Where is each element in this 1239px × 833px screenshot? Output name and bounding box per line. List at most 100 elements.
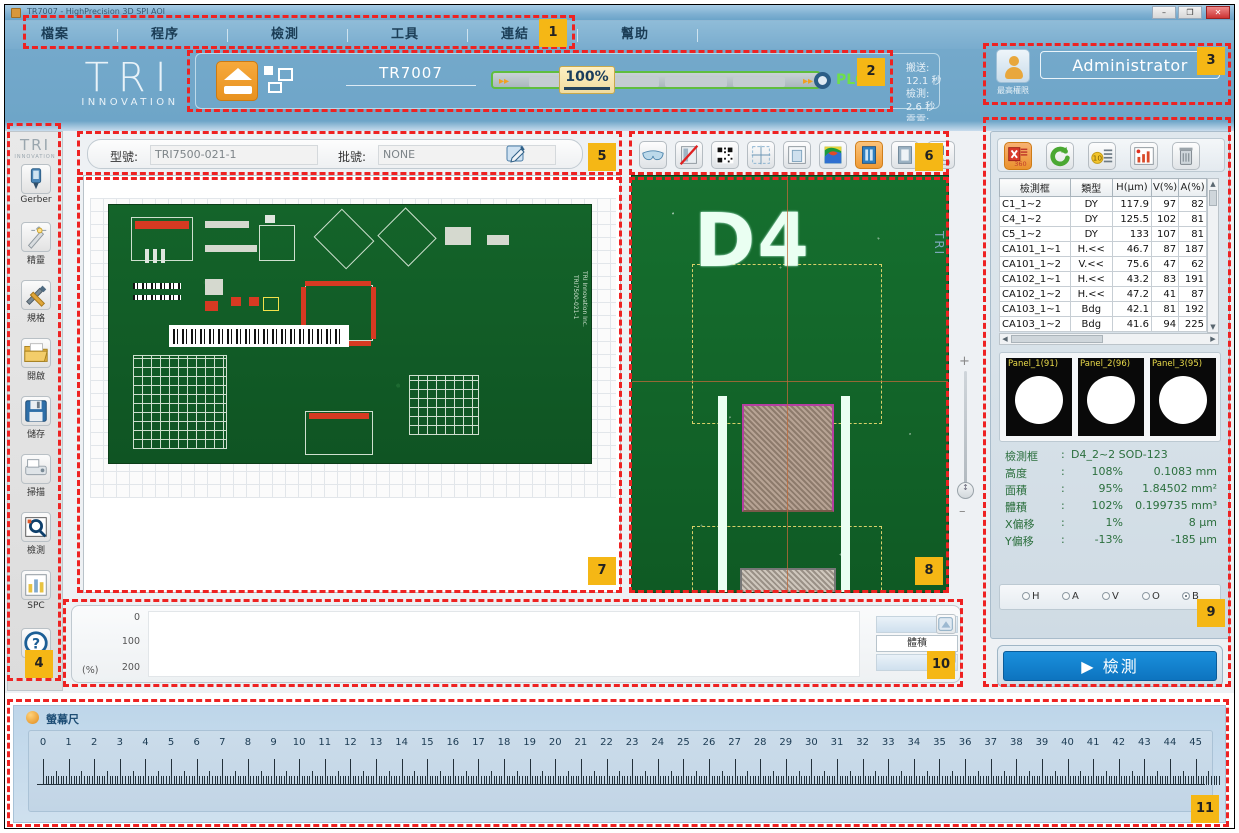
table-horizontal-scrollbar[interactable]: ◀ ▶: [999, 333, 1219, 345]
ruler-surface[interactable]: 0 1 2 3 4 5 6 7 8 9 10 11 12 13 14 15 16 17 18 19 20 21 22 23 24…: [28, 730, 1220, 812]
ruler-tick: [286, 771, 288, 785]
ruler-tick-label: 39: [1035, 737, 1049, 748]
magnified-inspection-view[interactable]: D4 TRI: [631, 175, 949, 593]
panel-thumb[interactable]: Panel_1(91): [1006, 358, 1072, 436]
avatar[interactable]: [996, 49, 1030, 83]
ruler-tick: [657, 759, 659, 785]
menu-item-help[interactable]: 幫助: [603, 24, 667, 46]
ruler-tick: [1134, 776, 1136, 785]
radio-a[interactable]: A: [1062, 591, 1079, 602]
minimize-button[interactable]: –: [1152, 6, 1176, 19]
menu-item-inspect[interactable]: 檢測: [253, 24, 317, 46]
measure-yoffset-label: Y偏移: [1005, 535, 1034, 548]
rail-item-spc[interactable]: SPC: [8, 568, 64, 624]
model-input[interactable]: TRI7500-021-1: [150, 145, 318, 165]
no-image-slash-icon[interactable]: [675, 141, 703, 169]
ruler-tick: [862, 759, 864, 785]
zoom-knob[interactable]: ↕: [957, 482, 974, 499]
ruler-tick: [1121, 776, 1123, 785]
ruler-tick: [173, 776, 175, 785]
zoom-track[interactable]: [964, 371, 967, 499]
radio-h[interactable]: H: [1022, 591, 1040, 602]
ruler-tick: [760, 759, 762, 785]
scroll-down-icon[interactable]: ▼: [1209, 323, 1217, 331]
radio-o[interactable]: O: [1142, 591, 1160, 602]
ruler-tick: [619, 771, 621, 785]
ruler-tick: [219, 776, 221, 785]
ruler-tick: [667, 776, 669, 785]
rail-item-scan[interactable]: 掃描: [8, 452, 64, 508]
ruler-tick: [53, 776, 55, 785]
panel-thumb[interactable]: Panel_2(96): [1078, 358, 1144, 436]
ruler-tick: [434, 776, 436, 785]
defect-360-icon[interactable]: 360: [1004, 142, 1032, 170]
rail-item-gerber[interactable]: Gerber: [8, 162, 64, 218]
menu-item-file[interactable]: 檔案: [23, 24, 87, 46]
menu-item-tools[interactable]: 工具: [373, 24, 437, 46]
scroll-up-icon[interactable]: ▲: [1209, 180, 1217, 188]
chart-settings-icon[interactable]: [936, 614, 956, 634]
menu-item-link[interactable]: 連結: [483, 24, 547, 46]
heightmap-color-icon[interactable]: [819, 141, 847, 169]
maximize-button[interactable]: ❐: [1178, 6, 1202, 19]
display-mode-radio-group: H A V O B: [999, 584, 1221, 610]
ruler-tick: [450, 776, 452, 785]
bar-chart-icon[interactable]: [1130, 142, 1158, 170]
ruler-tick: [929, 776, 931, 785]
account-name[interactable]: Administrator: [1040, 51, 1220, 79]
ruler-tick: [189, 776, 190, 785]
loader-icon[interactable]: [216, 61, 258, 101]
ruler-tick: [839, 776, 841, 785]
hscroll-thumb[interactable]: [1011, 335, 1103, 343]
ruler-tick: [314, 776, 316, 785]
spec-tools-icon: [21, 280, 51, 310]
metric-option-selected[interactable]: 體積: [876, 635, 958, 652]
edit-pencil-icon[interactable]: [505, 143, 527, 165]
rail-item-spec[interactable]: 規格: [8, 278, 64, 334]
book-blue-icon[interactable]: [855, 141, 883, 169]
board-chip-icon[interactable]: [264, 66, 294, 94]
rail-item-open[interactable]: 開啟: [8, 336, 64, 392]
measure-height-value: 0.1083 mm: [1153, 465, 1217, 478]
crosshair-align-icon[interactable]: [747, 141, 775, 169]
measure-xoffset-value: 8 µm: [1188, 516, 1217, 529]
zoom-out-button[interactable]: –: [959, 505, 966, 518]
ruler-tick: [965, 759, 967, 785]
radio-v[interactable]: V: [1102, 591, 1119, 602]
rail-item-save[interactable]: 儲存: [8, 394, 64, 450]
ruler-tick: [135, 776, 137, 785]
qrcode-icon[interactable]: [711, 141, 739, 169]
ruler-tick: [114, 776, 116, 785]
report-list-icon[interactable]: 10: [1088, 142, 1116, 170]
start-inspection-button[interactable]: ▶ 檢測: [997, 645, 1223, 687]
zoom-slider[interactable]: + ↕ –: [955, 355, 975, 518]
panel-frame-icon[interactable]: [783, 141, 811, 169]
rail-label-spec: 規格: [26, 314, 45, 324]
ruler-tick-label: 35: [933, 737, 946, 748]
ruler-tick: [680, 776, 682, 785]
chart-plot-area[interactable]: [148, 611, 860, 677]
trash-icon[interactable]: [1172, 142, 1200, 170]
scroll-right-icon[interactable]: ▶: [1209, 335, 1217, 343]
panel-thumb[interactable]: Panel_3(95): [1150, 358, 1216, 436]
col-type: 類型: [1069, 178, 1113, 197]
view-toolbar: [639, 141, 955, 169]
rail-item-wizard[interactable]: 精靈: [8, 220, 64, 276]
ruler-tick: [998, 776, 1000, 785]
table-vertical-scrollbar[interactable]: ▲ ▼: [1207, 178, 1219, 333]
mask-glasses-icon[interactable]: [639, 141, 667, 169]
rail-item-inspect[interactable]: 檢測: [8, 510, 64, 566]
board-overview-panel[interactable]: TRI7500-021-1 TRI Innovation Inc.: [83, 175, 621, 593]
scroll-left-icon[interactable]: ◀: [1001, 335, 1009, 343]
ruler-tick: [258, 776, 260, 785]
defect-table[interactable]: 檢測框 類型 H(µm) V(%) A(%) C1_1~2 DY 117.9 97 82…: [999, 178, 1207, 332]
ruler-tick: [678, 776, 680, 785]
vscroll-thumb[interactable]: [1209, 190, 1217, 206]
zoom-in-button[interactable]: +: [959, 355, 970, 368]
close-button[interactable]: ✕: [1206, 6, 1230, 19]
menu-item-program[interactable]: 程序: [133, 24, 197, 46]
batch-input[interactable]: NONE: [378, 145, 556, 165]
panel-caption: Panel_1(91): [1008, 359, 1059, 369]
ruler-tick: [1131, 771, 1133, 785]
refresh-green-icon[interactable]: [1046, 142, 1074, 170]
